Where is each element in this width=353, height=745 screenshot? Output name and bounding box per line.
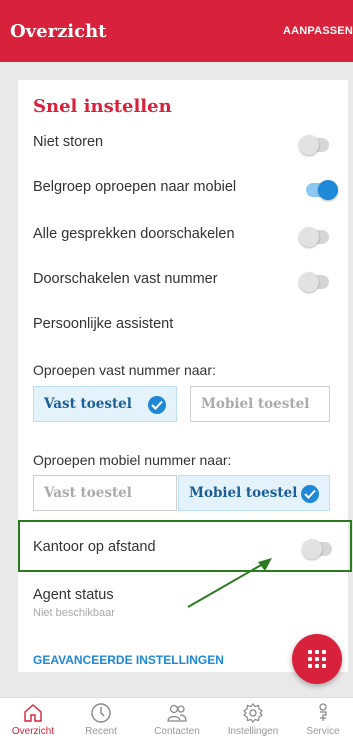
nav-contacten[interactable]: Contacten xyxy=(144,702,210,737)
dialpad-icon xyxy=(308,650,326,668)
gear-icon xyxy=(243,703,263,723)
annotation-arrow-icon xyxy=(187,558,272,608)
group-calls-mobile-row[interactable]: Belgroep oproepen naar mobiel xyxy=(33,179,338,200)
service-icon xyxy=(319,703,327,721)
advanced-settings-link[interactable]: GEAVANCEERDE INSTELLINGEN xyxy=(33,653,224,667)
personal-assistant-row[interactable]: Persoonlijke assistent xyxy=(33,316,338,332)
mobile-to-mobile-option[interactable]: Mobiel toestel xyxy=(178,475,330,511)
clock-icon xyxy=(91,703,111,723)
forward-fixed-label: Doorschakelen vast nummer xyxy=(33,271,218,287)
forward-all-label: Alle gesprekken doorschakelen xyxy=(33,226,235,242)
mobile-calls-label: Oproepen mobiel nummer naar: xyxy=(33,452,232,468)
check-icon xyxy=(148,396,166,414)
remote-office-label: Kantoor op afstand xyxy=(33,539,156,555)
bottom-navigation: Overzicht Recent Contacten Instellingen … xyxy=(0,697,353,745)
remote-office-toggle[interactable] xyxy=(302,539,332,559)
fixed-to-mobile-option[interactable]: Mobiel toestel xyxy=(190,386,330,422)
nav-overzicht[interactable]: Overzicht xyxy=(0,702,66,737)
nav-service[interactable]: Service xyxy=(290,702,353,737)
forward-all-row[interactable]: Alle gesprekken doorschakelen xyxy=(33,226,338,247)
dnd-row[interactable]: Niet storen xyxy=(33,134,338,155)
fixed-to-desk-option[interactable]: Vast toestel xyxy=(33,386,177,422)
nav-recent[interactable]: Recent xyxy=(68,702,134,737)
dnd-toggle[interactable] xyxy=(299,135,329,155)
agent-status-value: Niet beschikbaar xyxy=(33,607,115,619)
check-icon xyxy=(301,485,319,503)
group-calls-mobile-toggle[interactable] xyxy=(306,180,338,200)
nav-instellingen[interactable]: Instellingen xyxy=(220,702,286,737)
contacts-icon xyxy=(167,704,187,722)
group-calls-mobile-label: Belgroep oproepen naar mobiel xyxy=(33,179,237,195)
personal-assistant-label: Persoonlijke assistent xyxy=(33,316,174,332)
dnd-label: Niet storen xyxy=(33,134,104,150)
home-icon xyxy=(24,704,42,722)
forward-fixed-toggle[interactable] xyxy=(299,272,329,292)
customize-button[interactable]: AANPASSEN xyxy=(283,25,353,37)
app-header: Overzicht AANPASSEN xyxy=(0,0,353,62)
fixed-calls-label: Oproepen vast nummer naar: xyxy=(33,362,216,378)
dialpad-fab[interactable] xyxy=(292,634,342,684)
forward-fixed-row[interactable]: Doorschakelen vast nummer xyxy=(33,271,338,292)
agent-status-label: Agent status xyxy=(33,587,114,603)
section-title: Snel instellen xyxy=(33,96,172,117)
forward-all-toggle[interactable] xyxy=(299,227,329,247)
mobile-to-desk-option[interactable]: Vast toestel xyxy=(33,475,177,511)
page-title: Overzicht xyxy=(10,20,107,42)
